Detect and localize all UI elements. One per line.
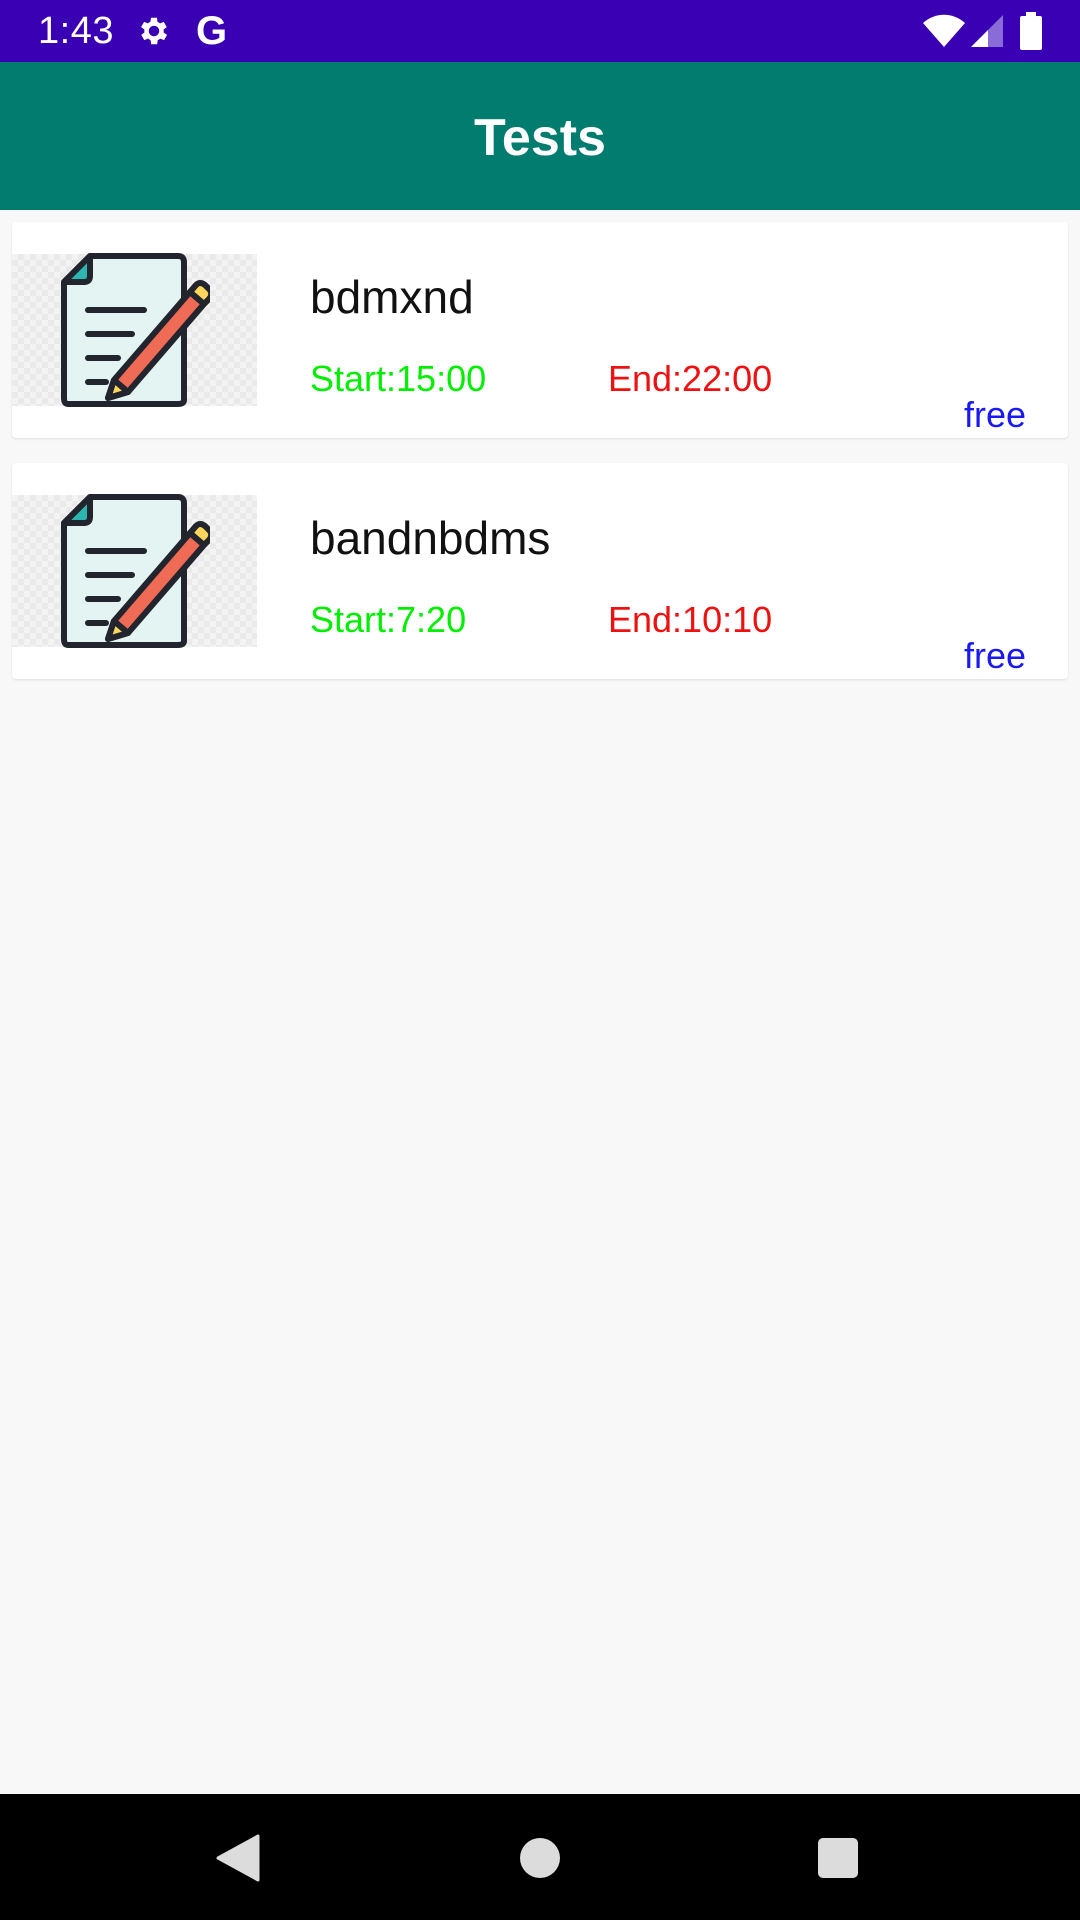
test-start-time: Start:15:00 bbox=[310, 358, 487, 399]
home-icon[interactable] bbox=[520, 1838, 560, 1878]
document-edit-icon bbox=[61, 494, 210, 648]
test-thumbnail bbox=[12, 494, 257, 648]
status-bar: 1:43 G bbox=[0, 0, 1080, 62]
test-card[interactable]: bdmxnd Start:15:00 End:22:00 free bbox=[12, 222, 1068, 438]
back-icon[interactable] bbox=[216, 1834, 260, 1882]
price-badge: free bbox=[963, 635, 1026, 676]
price-badge: free bbox=[963, 394, 1026, 435]
test-end-time: End:10:10 bbox=[608, 599, 773, 640]
signal-icon bbox=[971, 15, 1003, 47]
test-card[interactable]: bandnbdms Start:7:20 End:10:10 free bbox=[12, 463, 1068, 679]
navigation-bar bbox=[0, 1794, 1080, 1920]
test-name: bdmxnd bbox=[310, 271, 474, 323]
test-start-time: Start:7:20 bbox=[310, 599, 467, 640]
page-title: Tests bbox=[474, 109, 606, 167]
battery-icon bbox=[1020, 12, 1042, 50]
status-time: 1:43 bbox=[38, 10, 114, 52]
test-name: bandnbdms bbox=[310, 512, 551, 564]
gear-icon bbox=[141, 17, 168, 45]
test-end-time: End:22:00 bbox=[608, 358, 773, 399]
test-thumbnail bbox=[12, 253, 257, 407]
google-icon: G bbox=[196, 9, 228, 53]
recents-icon[interactable] bbox=[818, 1838, 858, 1878]
document-edit-icon bbox=[61, 253, 210, 407]
wifi-icon bbox=[923, 14, 965, 47]
app-bar: Tests bbox=[0, 62, 1080, 210]
